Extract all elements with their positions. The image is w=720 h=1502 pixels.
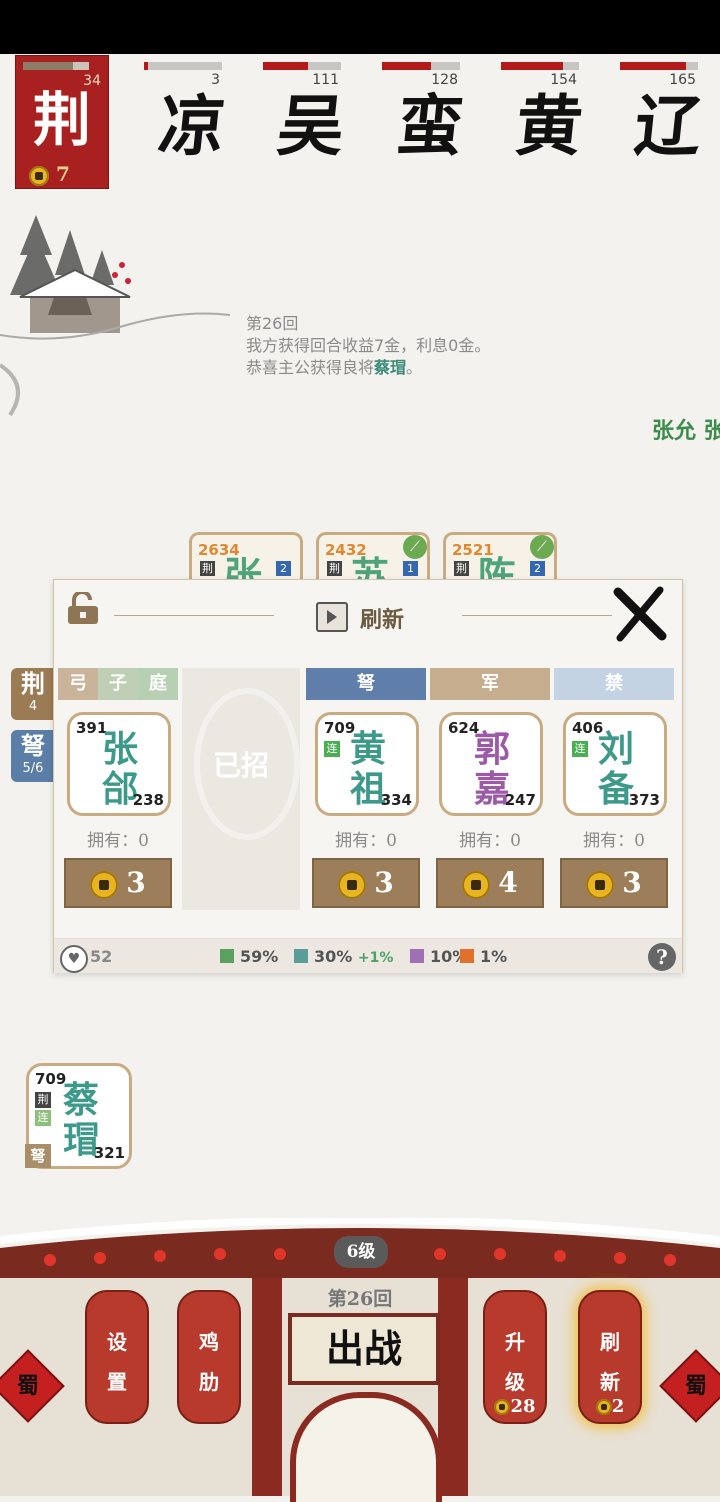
fight-button[interactable]: 出战: [288, 1313, 440, 1385]
pillar-left: [252, 1278, 282, 1496]
log-income: 我方获得回合收益7金，利息0金。: [246, 336, 491, 355]
shop-slot-traits: 军: [430, 668, 550, 700]
odds-tier-1: 59%: [220, 947, 278, 966]
odds-tier-2: 30% +1%: [294, 947, 393, 966]
pillar-right: [438, 1278, 468, 1496]
hero-card[interactable]: 624 郭嘉 247: [439, 712, 543, 816]
coin-icon: [338, 870, 367, 899]
enemy-hp-bar: [263, 62, 341, 70]
decor-line-left: [114, 615, 274, 616]
my-faction-name: 荆: [32, 86, 91, 154]
help-icon[interactable]: ?: [648, 943, 676, 971]
close-icon[interactable]: [612, 586, 668, 642]
board-card[interactable]: 2432 荆苏 1 ⟋: [316, 532, 430, 585]
enemy-faction-name: 辽: [630, 87, 706, 165]
shop-slot[interactable]: 禁 406 连刘备 373 拥有：0 3: [554, 668, 674, 908]
enemy-faction-name: 黄: [511, 87, 587, 165]
board-card[interactable]: 2521 荆陈 2 ⟋: [443, 532, 557, 585]
discard-button[interactable]: 鸡肋: [177, 1290, 241, 1424]
shop-slot[interactable]: 军 624 郭嘉 247 拥有：0 4: [430, 668, 550, 908]
scrolling-ticker: 张允 张: [652, 418, 720, 444]
enemy-faction-name: 蛮: [392, 87, 468, 165]
synergy-tag-nu[interactable]: 弩 5/6: [11, 730, 55, 782]
enemy-hp-bar: [382, 62, 460, 70]
coin-icon: [586, 870, 615, 899]
my-faction-card[interactable]: 34 荆 7: [15, 55, 109, 189]
hero-card[interactable]: 709 连黄祖 334: [315, 712, 419, 816]
coin-icon: [29, 165, 49, 186]
hero-card[interactable]: 391 张郃 238: [67, 712, 171, 816]
owned-count: 拥有：0: [87, 831, 149, 851]
enemy-faction-0[interactable]: 3凉: [142, 62, 229, 182]
my-hp-bar: [23, 62, 89, 70]
odds-footer: ♥ 52 59% 30% +1% 10% 1% ?: [54, 938, 682, 973]
video-icon: [316, 602, 348, 632]
synergy-tag-jing[interactable]: 荆4: [11, 668, 55, 720]
shop-slot-traits: 弩: [306, 668, 426, 700]
hearts-count: 52: [90, 947, 113, 966]
owned-count: 拥有：0: [583, 831, 645, 851]
coin-icon: [595, 1399, 612, 1415]
coin-icon: [90, 870, 119, 899]
my-gold: 7: [29, 162, 70, 186]
round-label: 第26回: [327, 1288, 393, 1310]
upgrade-icon: ⟋: [403, 535, 427, 559]
enemy-faction-4[interactable]: 165 辽: [618, 62, 705, 182]
enemy-faction-3[interactable]: 154 黄: [499, 62, 586, 182]
owned-count: 拥有：0: [459, 831, 521, 851]
buy-button[interactable]: 3: [64, 858, 172, 908]
video-refresh-button[interactable]: 刷新: [316, 600, 416, 634]
log-round: 第26回: [246, 314, 299, 333]
player-level-badge: 6级: [334, 1236, 388, 1268]
battle-log: 第26回 我方获得回合收益7金，利息0金。 恭喜主公获得良将蔡瑁。: [246, 313, 490, 379]
board-card[interactable]: 2634 荆张 2: [189, 532, 303, 585]
refresh-shop-button[interactable]: 刷新 2: [578, 1290, 642, 1424]
shop-slot-taken: 已招: [182, 668, 300, 910]
enemy-hp-bar: [144, 62, 222, 70]
heart-icon: ♥: [60, 945, 88, 973]
recruit-panel: 刷新 弓子庭 391 张郃 238 拥有：0 3 已招弩 709 连黄祖 334 拥有：0 3 军 624…: [53, 579, 683, 973]
enemy-faction-1[interactable]: 111 吴: [261, 62, 348, 182]
bench-card[interactable]: 709 荆 连 蔡瑁 321 弩: [25, 1063, 132, 1169]
buy-button[interactable]: 4: [436, 858, 544, 908]
coin-icon: [494, 1399, 511, 1415]
shop-slot-traits: 禁: [554, 668, 674, 700]
buy-button[interactable]: 3: [312, 858, 420, 908]
settings-button[interactable]: 设置: [85, 1290, 149, 1424]
snowy-village-painting: [0, 215, 230, 417]
shop-slot[interactable]: 弩 709 连黄祖 334 拥有：0 3: [306, 668, 426, 908]
enemy-faction-2[interactable]: 128 蛮: [380, 62, 467, 182]
coin-icon: [462, 870, 491, 899]
hero-card[interactable]: 406 连刘备 373: [563, 712, 667, 816]
level-up-button[interactable]: 升级 28: [483, 1290, 547, 1424]
odds-tier-4: 1%: [460, 947, 507, 966]
decor-line-right: [462, 615, 612, 616]
log-reward: 恭喜主公获得良将蔡瑁。: [246, 358, 423, 377]
buy-button[interactable]: 3: [560, 858, 668, 908]
enemy-hp-bar: [501, 62, 579, 70]
owned-count: 拥有：0: [335, 831, 397, 851]
shop-slot[interactable]: 弓子庭 391 张郃 238 拥有：0 3: [58, 668, 178, 908]
status-bar: [0, 0, 720, 54]
enemy-faction-name: 吴: [273, 87, 349, 165]
upgrade-icon: ⟋: [530, 535, 554, 559]
shop-slot-traits: 弓子庭: [58, 668, 178, 700]
enemy-faction-name: 凉: [154, 87, 230, 165]
unlock-icon[interactable]: [66, 592, 100, 626]
enemy-hp-bar: [620, 62, 698, 70]
